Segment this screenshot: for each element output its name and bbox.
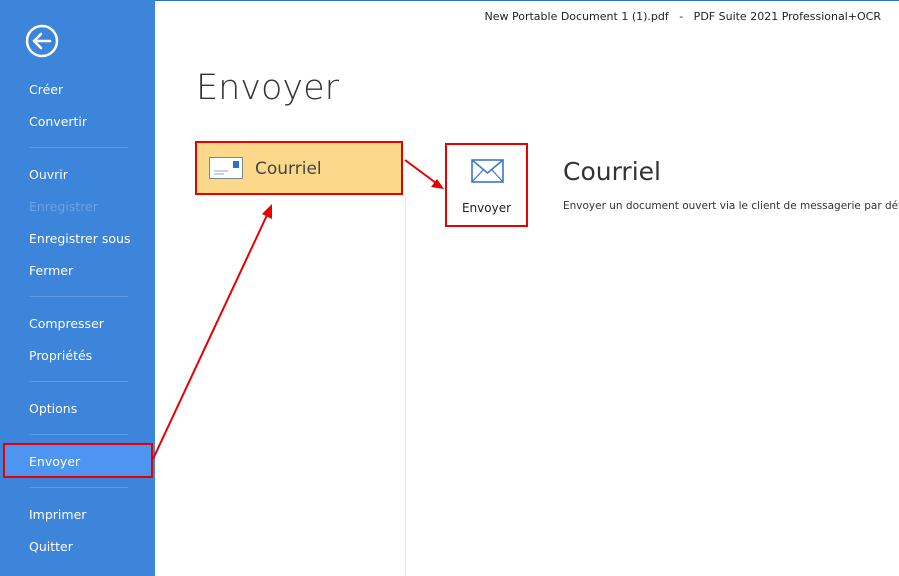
sidebar-separator — [29, 381, 128, 382]
mail-icon — [471, 159, 504, 187]
sidebar-separator — [29, 296, 128, 297]
sidebar-item-enregistrer-sous[interactable]: Enregistrer sous — [29, 231, 130, 246]
sidebar-separator — [29, 147, 128, 148]
arrowhead — [262, 204, 272, 219]
annotation-arrow-to-send — [404, 159, 437, 184]
detail-description: Envoyer un document ouvert via le client… — [563, 200, 899, 212]
backstage-sidebar: Créer Convertir Ouvrir Enregistrer Enreg… — [0, 0, 155, 576]
sidebar-item-enregistrer: Enregistrer — [29, 199, 98, 214]
page-title: Envoyer — [196, 68, 340, 108]
panel-divider — [405, 198, 406, 576]
sidebar-item-envoyer-highlight[interactable]: Envoyer — [3, 443, 153, 478]
send-email-button-label: Envoyer — [461, 201, 512, 215]
sidebar-item-ouvrir[interactable]: Ouvrir — [29, 167, 68, 182]
option-courriel-label: Courriel — [255, 159, 322, 179]
sidebar-item-fermer[interactable]: Fermer — [29, 263, 73, 278]
send-email-button[interactable]: Envoyer — [445, 143, 528, 227]
sidebar-item-imprimer[interactable]: Imprimer — [29, 507, 86, 522]
option-courriel[interactable]: Courriel — [195, 141, 403, 195]
title-bar: New Portable Document 1 (1).pdf - PDF Su… — [155, 0, 899, 30]
sidebar-separator — [29, 487, 128, 488]
sidebar-item-envoyer[interactable]: Envoyer — [29, 454, 80, 469]
back-button[interactable] — [25, 24, 59, 58]
sidebar-item-convertir[interactable]: Convertir — [29, 114, 87, 129]
back-arrow-icon — [25, 24, 59, 58]
sidebar-separator — [29, 434, 128, 435]
arrowhead — [431, 179, 444, 189]
envelope-icon — [209, 157, 243, 183]
window-title: New Portable Document 1 (1).pdf - PDF Su… — [484, 10, 882, 23]
sidebar-item-compresser[interactable]: Compresser — [29, 316, 104, 331]
detail-title: Courriel — [563, 157, 661, 186]
sidebar-item-proprietes[interactable]: Propriétés — [29, 348, 92, 363]
sidebar-item-creer[interactable]: Créer — [29, 82, 63, 97]
title-bar-border — [155, 0, 899, 1]
sidebar-item-options[interactable]: Options — [29, 401, 77, 416]
annotation-arrow-to-courriel — [152, 212, 269, 460]
sidebar-item-quitter[interactable]: Quitter — [29, 539, 73, 554]
